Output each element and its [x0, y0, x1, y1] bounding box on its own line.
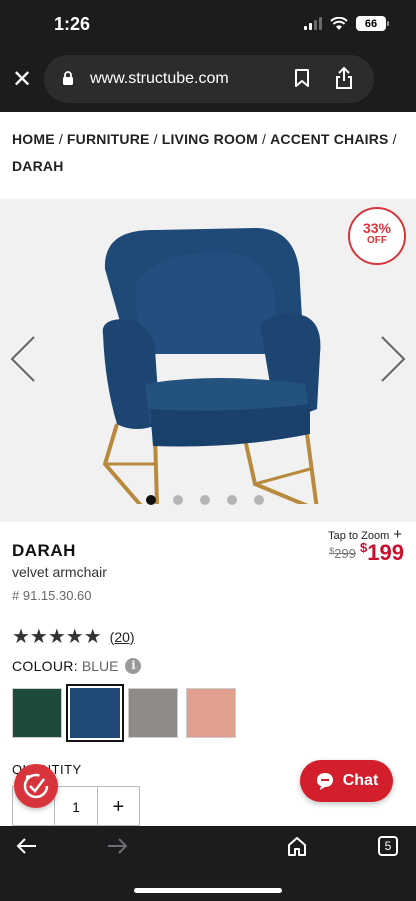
percent-tag-icon	[23, 773, 49, 799]
tabs-icon[interactable]: 5	[378, 836, 398, 856]
gallery-dots	[146, 495, 264, 505]
bookmark-icon[interactable]	[294, 68, 310, 88]
colour-value: BLUE	[81, 658, 119, 674]
lock-icon	[63, 71, 73, 85]
star-rating-icon: ★★★★★	[12, 626, 102, 648]
breadcrumb-living-room[interactable]: LIVING ROOM	[162, 131, 258, 147]
status-icons: 66	[304, 16, 389, 31]
previous-image-arrow-icon[interactable]	[8, 335, 38, 383]
next-image-arrow-icon[interactable]	[378, 335, 408, 383]
product-image[interactable]	[95, 224, 325, 504]
colour-label: COLOUR:	[12, 658, 78, 674]
breadcrumb-separator: /	[392, 131, 397, 147]
status-time: 1:26	[54, 14, 91, 34]
chat-button[interactable]: Chat	[300, 760, 393, 802]
sale-price-value: 199	[367, 540, 404, 565]
breadcrumb-separator: /	[262, 131, 267, 147]
share-icon[interactable]	[334, 66, 354, 90]
battery-icon: 66	[356, 16, 389, 31]
chat-bubble-icon	[316, 773, 333, 790]
browser-bar: ✕ www.structube.com	[0, 50, 416, 112]
url-text: www.structube.com	[90, 70, 229, 87]
product-sku: # 91.15.30.60	[12, 588, 92, 603]
gallery-dot[interactable]	[173, 495, 183, 505]
address-bar[interactable]: www.structube.com	[44, 55, 374, 103]
page: 1:26 66 ✕ www.structube.com HOME / FURNI…	[0, 0, 416, 901]
swatch-blue[interactable]	[66, 684, 124, 742]
rating: ★★★★★ (20)	[12, 624, 135, 649]
old-price: $299	[329, 546, 356, 561]
wifi-icon	[330, 16, 348, 30]
back-arrow-icon[interactable]	[16, 836, 38, 856]
gallery-dot[interactable]	[254, 495, 264, 505]
gallery-dot[interactable]	[146, 495, 156, 505]
quantity-value[interactable]: 1	[54, 787, 98, 825]
gallery-dot[interactable]	[227, 495, 237, 505]
colour-swatches	[12, 684, 236, 742]
home-icon[interactable]	[286, 835, 308, 857]
product-name: DARAH	[12, 541, 76, 560]
swatch-grey[interactable]	[128, 688, 178, 738]
signal-icon	[304, 17, 322, 30]
breadcrumb-accent-chairs[interactable]: ACCENT CHAIRS	[270, 131, 389, 147]
sale-price: $199	[360, 540, 404, 566]
swatch-green[interactable]	[12, 688, 62, 738]
info-icon[interactable]: i	[125, 658, 142, 674]
breadcrumb: HOME / FURNITURE / LIVING ROOM / ACCENT CHAIRS…	[12, 126, 404, 180]
product-subtitle: velvet armchair	[12, 564, 107, 580]
breadcrumb-separator: /	[153, 131, 158, 147]
discount-badge: 33% OFF	[348, 207, 406, 265]
gallery-dot[interactable]	[200, 495, 210, 505]
home-indicator[interactable]	[134, 888, 282, 893]
forward-arrow-icon[interactable]	[106, 836, 128, 856]
review-count-link[interactable]: (20)	[110, 629, 135, 645]
browser-toolbar: 5	[0, 826, 416, 901]
breadcrumb-darah: DARAH	[12, 158, 64, 174]
old-price-value: 299	[334, 546, 356, 561]
product-gallery[interactable]: 33% OFF	[0, 199, 416, 522]
promo-badge-icon[interactable]	[14, 764, 58, 808]
breadcrumb-home[interactable]: HOME	[12, 131, 55, 147]
swatch-pink[interactable]	[186, 688, 236, 738]
colour-row: COLOUR: BLUE i	[12, 658, 142, 674]
breadcrumb-furniture[interactable]: FURNITURE	[67, 131, 150, 147]
discount-off-label: OFF	[367, 235, 387, 246]
close-icon[interactable]: ✕	[8, 66, 36, 94]
breadcrumb-separator: /	[58, 131, 63, 147]
chat-label: Chat	[342, 772, 379, 789]
discount-percent: 33%	[362, 220, 392, 236]
quantity-increase-button[interactable]: +	[98, 787, 139, 825]
status-bar: 1:26 66	[0, 0, 416, 50]
